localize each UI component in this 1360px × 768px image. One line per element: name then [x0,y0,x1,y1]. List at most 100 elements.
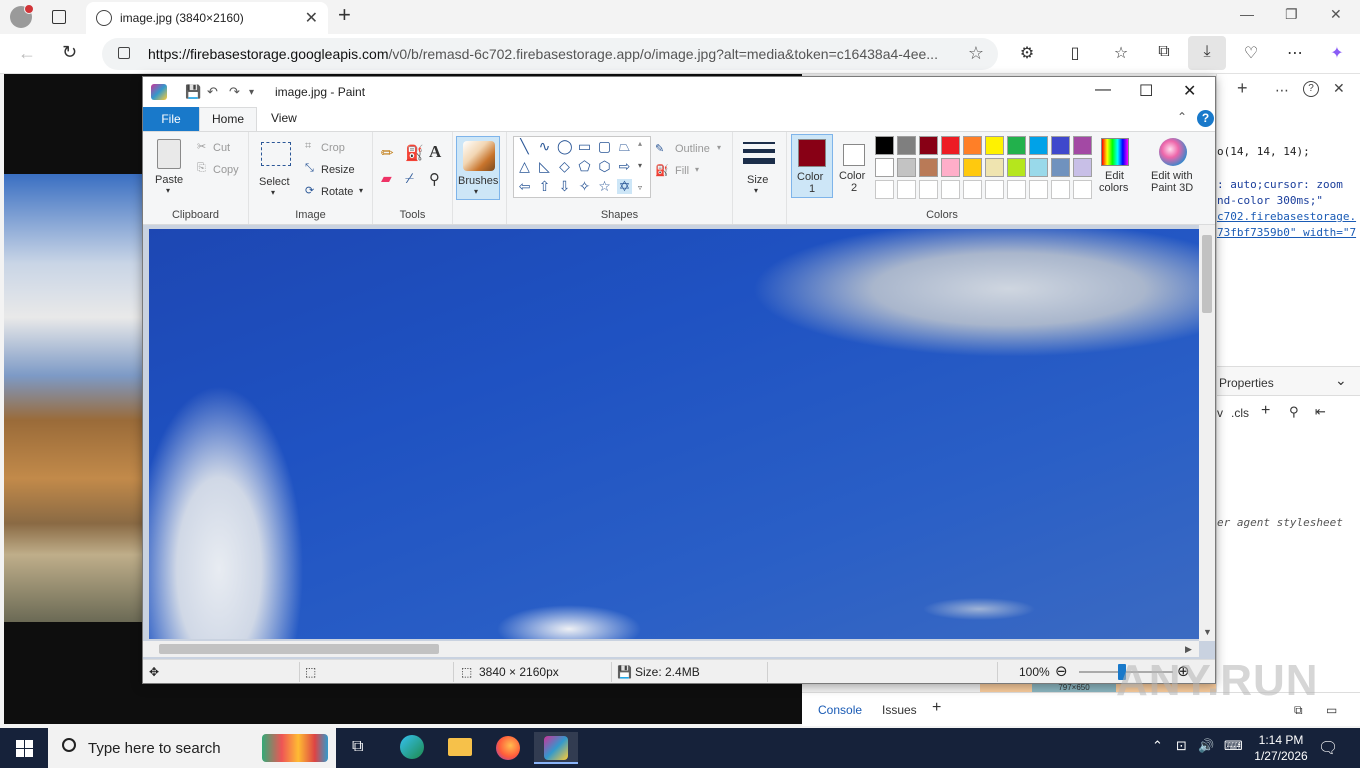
palette-swatch[interactable] [1007,158,1026,177]
down-arrow-shape-icon[interactable]: ⇩ [557,179,572,194]
lock-icon[interactable] [118,47,130,59]
magnifier-icon[interactable]: ⚲ [429,170,440,188]
devtools-more-icon[interactable]: ⋯ [1275,82,1289,99]
right-triangle-shape-icon[interactable]: ◺ [537,159,552,174]
reload-button[interactable]: ↻ [62,42,77,63]
taskbar-search[interactable]: Type here to search [48,728,336,768]
palette-swatch[interactable] [897,158,916,177]
explorer-taskbar-button[interactable] [438,732,482,764]
dropdown-arrow-icon[interactable]: ▾ [695,165,699,174]
help-icon[interactable]: ? [1197,110,1214,127]
close-window-icon[interactable]: ✕ [1330,6,1342,23]
outline-button[interactable]: Outline [675,143,710,155]
pencil-icon[interactable]: ✏ [381,144,394,162]
resize-icon[interactable]: ⤡ [305,162,314,175]
crop-button[interactable]: Crop [321,142,345,154]
redo-icon[interactable]: ↷ [229,84,240,100]
notifications-icon[interactable]: 🗨 [1318,738,1338,758]
dropdown-arrow-icon[interactable]: ▾ [717,143,721,152]
horizontal-scroll-thumb[interactable] [159,644,439,654]
color2-button[interactable]: Color 2 [835,134,873,198]
rounded-rectangle-shape-icon[interactable]: ▢ [597,139,612,154]
add-drawer-tab-icon[interactable]: + [932,699,941,717]
color1-button[interactable]: Color 1 [791,134,833,198]
element-state-icon[interactable]: ⚲ [1289,404,1299,420]
custom-color-slot[interactable] [919,180,938,199]
custom-color-slot[interactable] [1073,180,1092,199]
custom-color-slot[interactable] [1051,180,1070,199]
profile-avatar[interactable] [10,4,34,28]
performance-icon[interactable]: ♡ [1240,43,1262,63]
palette-swatch[interactable] [1029,158,1048,177]
scroll-down-icon[interactable]: ▾ [638,161,642,170]
new-rule-icon[interactable]: + [1261,402,1270,420]
save-icon[interactable]: 💾 [185,84,201,100]
properties-header[interactable]: Properties ⌄ [1217,366,1360,396]
start-button[interactable] [0,728,48,768]
favorite-star-icon[interactable]: ☆ [968,43,984,64]
paint-minimize-icon[interactable]: — [1095,81,1111,99]
left-arrow-shape-icon[interactable]: ⇦ [517,179,532,194]
palette-swatch[interactable] [919,158,938,177]
drawing-canvas[interactable] [149,229,1199,639]
text-tool-icon[interactable]: A [429,142,441,162]
custom-color-slot[interactable] [897,180,916,199]
back-button[interactable]: ← [18,43,36,64]
zoom-out-button[interactable]: ⊖ [1055,662,1068,680]
custom-color-slot[interactable] [963,180,982,199]
color-picker-icon[interactable]: ⌿ [405,170,414,187]
copilot-icon[interactable]: ✦ [1326,43,1348,63]
six-point-star-shape-icon[interactable]: ✡ [617,179,632,194]
home-tab[interactable]: Home [199,107,257,131]
expand-gallery-icon[interactable]: ▿ [638,183,642,192]
cut-button[interactable]: Cut [213,142,230,154]
hexagon-shape-icon[interactable]: ⬡ [597,159,612,174]
paint-app-icon[interactable] [151,84,167,100]
collapse-ribbon-icon[interactable]: ⌃ [1177,110,1187,124]
customize-qat-icon[interactable]: ▾ [249,87,254,98]
size-button[interactable]: Size ▾ [739,136,779,200]
palette-swatch[interactable] [963,136,982,155]
paste-button[interactable]: Paste ▾ [151,136,189,198]
fill-button[interactable]: Fill [675,165,689,177]
firefox-taskbar-button[interactable] [486,732,530,764]
custom-color-slot[interactable] [1007,180,1026,199]
restore-icon[interactable]: ❐ [1285,6,1298,23]
task-view-button[interactable]: ⧉ [338,732,382,764]
clock[interactable]: 1:14 PM 1/27/2026 [1252,732,1310,764]
paint-taskbar-button[interactable] [534,732,578,764]
palette-swatch[interactable] [1007,136,1026,155]
eraser-icon[interactable]: ▰ [381,170,392,187]
search-highlight-icon[interactable] [262,734,328,762]
split-screen-icon[interactable]: ▯ [1064,43,1086,63]
paint-maximize-icon[interactable]: ☐ [1139,81,1153,101]
downloads-button[interactable]: ⤓ [1188,36,1226,70]
code-link[interactable]: c702.firebasestorage. [1217,210,1356,223]
devtools-close-icon[interactable]: ✕ [1333,80,1345,97]
tab-close-icon[interactable]: ✕ [305,8,318,28]
oval-shape-icon[interactable]: ◯ [557,139,573,154]
vertical-scroll-thumb[interactable] [1202,235,1212,313]
cut-icon[interactable]: ✂ [197,140,206,153]
volume-icon[interactable]: 🔊 [1198,738,1214,754]
diamond-shape-icon[interactable]: ◇ [557,159,572,174]
palette-swatch[interactable] [985,158,1004,177]
collections-icon[interactable]: ⧉ [1153,43,1175,61]
five-point-star-shape-icon[interactable]: ☆ [597,179,612,194]
cls-toggle[interactable]: .cls [1231,406,1249,420]
browser-tab[interactable]: image.jpg (3840×2160) ✕ [86,2,328,34]
palette-swatch[interactable] [963,158,982,177]
palette-swatch[interactable] [941,158,960,177]
filter-label[interactable]: v [1217,406,1223,420]
tray-overflow-icon[interactable]: ⌃ [1152,738,1163,754]
palette-swatch[interactable] [1073,136,1092,155]
scroll-down-arrow-icon[interactable]: ▼ [1203,627,1212,637]
console-tab[interactable]: Console [818,703,862,717]
extensions-icon[interactable]: ⚙ [1016,43,1038,63]
horizontal-scrollbar[interactable]: ▶ [143,641,1199,657]
brushes-button[interactable]: Brushes ▾ [456,136,500,200]
palette-swatch[interactable] [941,136,960,155]
palette-swatch[interactable] [1051,136,1070,155]
computed-sidebar-icon[interactable]: ⇤ [1315,404,1326,420]
issues-tab[interactable]: Issues [882,703,917,717]
